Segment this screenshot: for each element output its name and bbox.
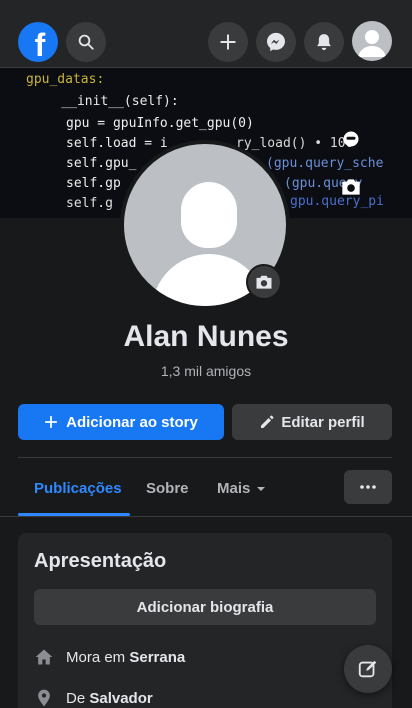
pencil-icon: [261, 415, 274, 428]
search-icon: [78, 34, 94, 50]
tab-mais-label: Mais: [217, 480, 251, 497]
intro-card: Apresentação Adicionar biografia Mora em…: [18, 533, 392, 708]
compose-icon: [358, 660, 377, 678]
cover-code-line: self.load = i: [66, 136, 168, 151]
default-avatar-icon: [358, 30, 386, 57]
cover-code-line: (gpu.query_sche: [266, 156, 384, 171]
cover-code-line: gpu.query_pi: [290, 194, 384, 209]
cover-code-line: self.gp: [66, 176, 121, 191]
compose-post-button[interactable]: [344, 645, 392, 693]
cover-code-line: self.gpu_: [66, 156, 137, 171]
tab-mais[interactable]: Mais: [217, 480, 266, 497]
from-row[interactable]: De Salvador: [34, 688, 153, 708]
messenger-button[interactable]: [256, 22, 296, 62]
add-to-story-button[interactable]: Adicionar ao story: [18, 404, 224, 440]
home-icon: [35, 649, 53, 665]
cover-code-line: self.g: [66, 196, 113, 211]
plus-icon: [220, 34, 236, 50]
cover-code-line: gpu = gpuInfo.get_gpu(0): [66, 116, 254, 131]
top-navigation-bar: f: [0, 0, 412, 68]
tab-sobre[interactable]: Sobre: [146, 480, 189, 497]
facebook-logo[interactable]: f: [18, 22, 58, 63]
cover-code-line: ry_load() • 100: [236, 136, 354, 151]
search-button[interactable]: [66, 22, 106, 62]
edit-profile-label: Editar perfil: [281, 413, 365, 431]
edit-cover-camera-icon[interactable]: [338, 174, 364, 200]
edit-profile-picture-button[interactable]: [246, 264, 282, 300]
facebook-logo-letter: f: [34, 26, 46, 63]
add-to-story-label: Adicionar ao story: [66, 413, 198, 431]
tabs-divider: [0, 516, 412, 517]
from-text: De Salvador: [66, 689, 153, 707]
profile-name: Alan Nunes: [123, 320, 289, 353]
friends-count[interactable]: 1,3 mil amigos: [0, 363, 412, 379]
messenger-icon: [267, 32, 285, 52]
intro-title: Apresentação: [34, 550, 167, 572]
add-bio-button[interactable]: Adicionar biografia: [34, 589, 376, 625]
section-divider: [18, 457, 392, 458]
cover-sticker-icon: [343, 131, 359, 147]
caret-down-icon: [257, 486, 266, 491]
default-avatar-head: [181, 182, 237, 248]
location-pin-icon: [38, 689, 50, 707]
lives-in-text: Mora em Serrana: [66, 648, 186, 666]
cover-code-line: __init__(self):: [30, 94, 179, 109]
edit-profile-button[interactable]: Editar perfil: [232, 404, 392, 440]
bell-icon: [317, 34, 331, 51]
lives-in-row[interactable]: Mora em Serrana: [34, 647, 185, 667]
notifications-button[interactable]: [304, 22, 344, 62]
cover-code-line: gpu_datas:: [26, 72, 105, 87]
camera-icon: [256, 275, 272, 289]
profile-avatar[interactable]: [352, 21, 392, 61]
plus-icon: [45, 415, 58, 429]
ellipsis-icon: [360, 485, 376, 489]
more-options-button[interactable]: [344, 470, 392, 504]
tab-publicacoes[interactable]: Publicações: [34, 480, 122, 497]
create-button[interactable]: [208, 22, 248, 62]
